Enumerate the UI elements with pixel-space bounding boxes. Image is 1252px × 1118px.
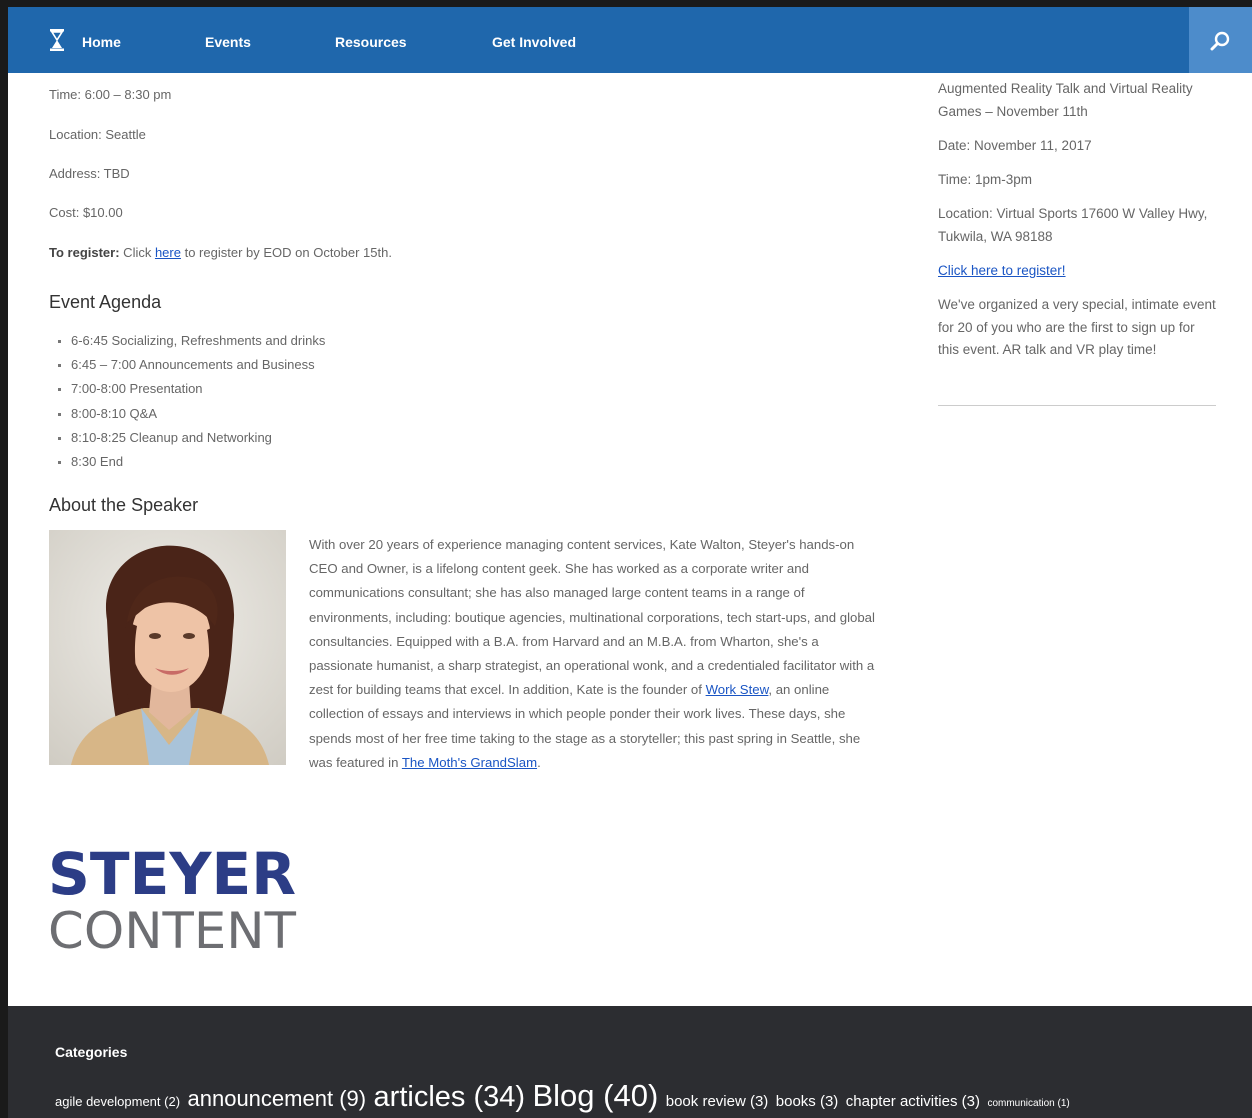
tag-link[interactable]: articles (34) xyxy=(374,1081,526,1113)
work-stew-link[interactable]: Work Stew xyxy=(706,682,769,697)
tag-count: (40) xyxy=(603,1078,659,1113)
agenda-item: 7:00-8:00 Presentation xyxy=(49,377,325,401)
speaker-photo xyxy=(49,530,286,765)
tag-name: announcement xyxy=(187,1086,334,1111)
register-here-link[interactable]: here xyxy=(155,245,181,260)
moth-grandslam-link[interactable]: The Moth's GrandSlam xyxy=(402,755,537,770)
bio-text: With over 20 years of experience managin… xyxy=(309,537,875,698)
bio-text: . xyxy=(537,754,541,770)
sidebar-event-time: Time: 1pm-3pm xyxy=(938,172,1033,187)
logo-line-2: CONTENT xyxy=(49,902,296,955)
tag-name: books xyxy=(775,1093,816,1110)
tag-count: (3) xyxy=(819,1093,839,1110)
sidebar-register-wrap: Click here to register! xyxy=(938,260,1216,283)
tag-count: (2) xyxy=(164,1094,181,1109)
agenda-list: 6-6:45 Socializing, Refreshments and dri… xyxy=(49,329,325,474)
tag-count: (34) xyxy=(473,1081,526,1113)
logo-line-1: STEYER xyxy=(49,843,296,908)
agenda-item: 8:10-8:25 Cleanup and Networking xyxy=(49,426,325,450)
tag-link[interactable]: Blog (40) xyxy=(532,1078,658,1113)
tag-count: (9) xyxy=(339,1086,367,1111)
tag-link[interactable]: communication (1) xyxy=(987,1098,1069,1109)
steyer-content-logo: STEYER CONTENT xyxy=(49,843,296,955)
sidebar-event-description: We've organized a very special, intimate… xyxy=(938,297,1216,357)
tag-link[interactable]: books (3) xyxy=(776,1093,839,1110)
tag-count: (1) xyxy=(1057,1098,1070,1109)
register-label: To register: xyxy=(49,245,120,260)
tag-link[interactable]: chapter activities (3) xyxy=(846,1093,980,1110)
tag-count: (3) xyxy=(961,1093,980,1110)
tag-link[interactable]: agile development (2) xyxy=(55,1094,180,1109)
tag-name: Blog xyxy=(532,1078,595,1113)
search-icon xyxy=(1210,31,1230,51)
agenda-heading: Event Agenda xyxy=(49,292,162,312)
nav-resources[interactable]: Resources xyxy=(335,7,407,73)
category-tag-cloud: agile development (2) announcement (9) a… xyxy=(55,1078,1073,1114)
nav-home[interactable]: Home xyxy=(82,7,121,73)
tag-name: book review xyxy=(665,1093,746,1110)
page-frame: Home Events Resources Get Involved Time:… xyxy=(0,0,1252,1118)
agenda-item: 8:00-8:10 Q&A xyxy=(49,402,325,426)
footer: Categories agile development (2) announc… xyxy=(8,1006,1252,1118)
tag-name: communication xyxy=(987,1098,1055,1109)
speaker-bio: With over 20 years of experience managin… xyxy=(309,533,884,775)
search-button[interactable] xyxy=(1189,7,1252,73)
categories-heading: Categories xyxy=(55,1044,128,1060)
tag-link[interactable]: book review (3) xyxy=(666,1093,769,1110)
top-navigation-bar: Home Events Resources Get Involved xyxy=(8,7,1252,73)
nav-get-involved[interactable]: Get Involved xyxy=(492,7,576,73)
event-address: Address: TBD xyxy=(49,166,130,181)
speaker-heading: About the Speaker xyxy=(49,495,199,515)
tag-link[interactable]: announcement (9) xyxy=(188,1086,367,1111)
sidebar-divider xyxy=(938,405,1216,406)
hourglass-icon[interactable] xyxy=(50,29,64,51)
sidebar-event-title: Augmented Reality Talk and Virtual Reali… xyxy=(938,81,1193,119)
tag-name: articles xyxy=(373,1081,466,1113)
event-cost: Cost: $10.00 xyxy=(49,205,123,220)
nav-events[interactable]: Events xyxy=(205,7,251,73)
agenda-item: 6:45 – 7:00 Announcements and Business xyxy=(49,353,325,377)
register-text-post: to register by EOD on October 15th. xyxy=(180,245,392,260)
agenda-item: 8:30 End xyxy=(49,450,325,474)
tag-name: chapter activities xyxy=(845,1093,958,1110)
tag-count: (3) xyxy=(749,1093,769,1110)
event-register-line: To register: Click here to register by E… xyxy=(49,245,392,260)
sidebar-event-date: Date: November 11, 2017 xyxy=(938,138,1092,153)
register-text-pre: Click xyxy=(119,245,155,260)
event-time: Time: 6:00 – 8:30 pm xyxy=(49,87,172,102)
agenda-item: 6-6:45 Socializing, Refreshments and dri… xyxy=(49,329,325,353)
sidebar-event-location: Location: Virtual Sports 17600 W Valley … xyxy=(938,206,1208,244)
tag-name: agile development xyxy=(55,1094,161,1109)
sidebar-register-link[interactable]: Click here to register! xyxy=(938,263,1066,278)
event-location: Location: Seattle xyxy=(49,127,146,142)
